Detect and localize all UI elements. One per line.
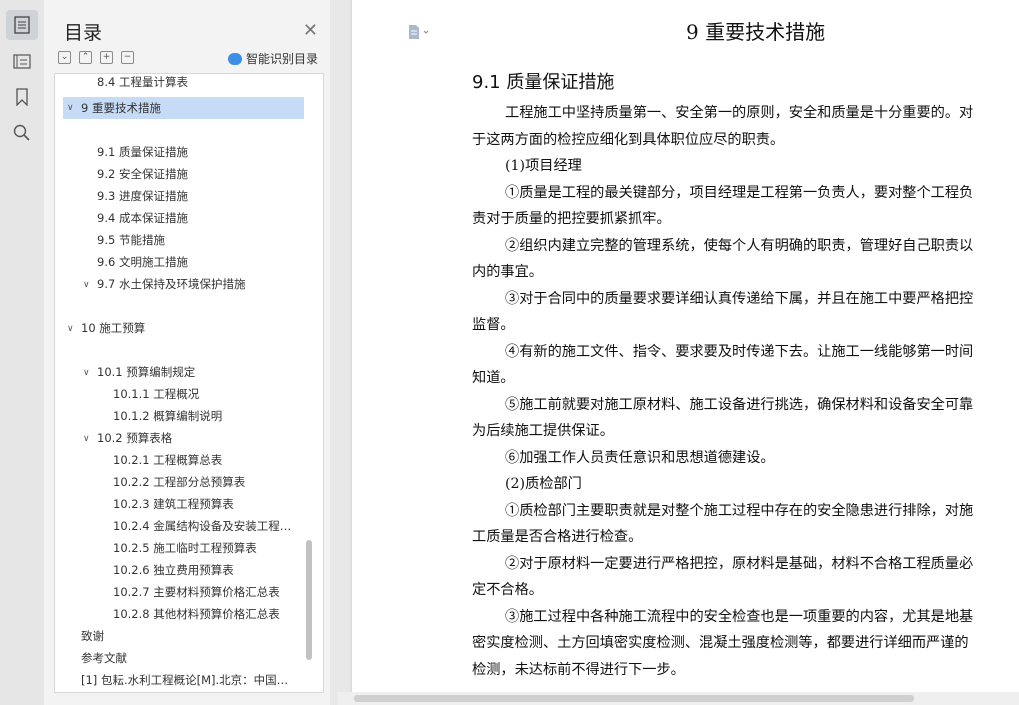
toc-item[interactable]: 9.1 质量保证措施 <box>97 141 323 163</box>
toc-item[interactable]: 9.3 进度保证措施 <box>97 185 323 207</box>
collapse-icon[interactable]: ⌄ <box>58 51 71 64</box>
chevron-down-icon[interactable]: ∨ <box>67 324 74 334</box>
paragraph-line: 监督。 <box>472 317 515 333</box>
paragraph-line: 检测，未达标前不得进行下一步。 <box>472 662 685 678</box>
toc-item[interactable]: 9.4 成本保证措施 <box>97 207 323 229</box>
cloud-icon <box>227 52 242 65</box>
toc-toolbar: ⌄ ⌃ + − <box>58 51 134 64</box>
paragraph-line: ④有新的施工文件、指令、要求要及时传递下去。让施工一线能够第一时间 <box>505 344 974 360</box>
toc-icon[interactable] <box>6 10 38 40</box>
chevron-down-icon[interactable]: ∨ <box>67 97 74 119</box>
toc-item[interactable]: 10.2 预算表格 <box>97 427 323 449</box>
chapter-title: 9 重要技术措施 <box>686 20 826 44</box>
paragraph-line: ①质量是工程的最关键部分，项目经理是工程第一负责人，要对整个工程负 <box>505 185 974 201</box>
outline-icon[interactable] <box>6 46 38 76</box>
toc-item-selected[interactable]: ∨ 9 重要技术措施 <box>63 97 304 119</box>
toc-item[interactable]: 8.4 工程量计算表 <box>97 74 323 94</box>
toc-item[interactable]: 9.7 水土保持及环境保护措施 <box>97 273 323 295</box>
toc-item[interactable]: 9.5 节能措施 <box>97 229 323 251</box>
left-rail <box>0 0 45 705</box>
toc-item[interactable]: 9.2 安全保证措施 <box>97 163 323 185</box>
paragraph-line: ②组织内建立完整的管理系统，使每个人有明确的职责，管理好自己职责以 <box>505 238 974 254</box>
search-icon[interactable] <box>6 118 38 148</box>
remove-icon[interactable]: − <box>121 51 134 64</box>
toc-item[interactable]: 10.2.1 工程概算总表 <box>113 449 323 471</box>
document-page: 9 重要技术措施 9.1 质量保证措施 工程施工中坚持质量第一、安全第一的原则，… <box>352 0 1019 694</box>
toc-item[interactable]: 10 施工预算 <box>81 317 321 339</box>
toc-item[interactable]: 10.2.2 工程部分总预算表 <box>113 471 323 493</box>
smart-recognize-label: 智能识别目录 <box>245 52 318 66</box>
paragraph-line: 知道。 <box>472 370 515 386</box>
paragraph-line: 为后续施工提供保证。 <box>472 423 614 439</box>
toc-item[interactable]: 10.2.4 金属结构设备及安装工程预算表 <box>113 515 299 537</box>
panel-title: 目录 <box>64 22 103 44</box>
chevron-down-icon[interactable]: ∨ <box>83 368 90 378</box>
paragraph-line: (1)项目经理 <box>505 158 582 174</box>
document-area: 9 重要技术措施 9.1 质量保证措施 工程施工中坚持质量第一、安全第一的原则，… <box>330 0 1019 705</box>
paragraph-line: ⑤施工前就要对施工原材料、施工设备进行挑选，确保材料和设备安全可靠 <box>505 397 974 413</box>
paragraph-line: ③对于合同中的质量要求要详细认真传递给下属，并且在施工中要严格把控 <box>505 291 974 307</box>
toc-item[interactable]: 10.2.6 独立费用预算表 <box>113 559 323 581</box>
toc-item[interactable]: 9.6 文明施工措施 <box>97 251 323 273</box>
horizontal-scrollbar[interactable] <box>338 692 1019 705</box>
paragraph-line: 于这两方面的检控应细化到具体职位应尽的职责。 <box>472 132 785 148</box>
paragraph-line: ⑥加强工作人员责任意识和思想道德建设。 <box>505 450 775 466</box>
toc-item[interactable]: 10.2.5 施工临时工程预算表 <box>113 537 323 559</box>
smart-recognize-button[interactable]: 智能识别目录 <box>227 50 318 67</box>
document-icon[interactable] <box>407 24 431 44</box>
paragraph-line: ①质检部门主要职责就是对整个施工过程中存在的安全隐患进行排除，对施 <box>505 503 974 519</box>
expand-icon[interactable]: ⌃ <box>79 51 92 64</box>
paragraph-line: 内的事宜。 <box>472 264 543 280</box>
toc-item[interactable]: [1] 包耘.水利工程概论[M].北京：中国水利水电出版社 <box>81 669 299 691</box>
toc-list[interactable]: 8.4 工程量计算表 ∨ 9 重要技术措施 9.1 质量保证措施 9.2 安全保… <box>54 73 324 693</box>
add-icon[interactable]: + <box>100 51 113 64</box>
toc-item[interactable]: 10.2.3 建筑工程预算表 <box>113 493 323 515</box>
toc-item-label: 9 重要技术措施 <box>81 101 161 115</box>
horizontal-scroll-thumb[interactable] <box>354 695 914 702</box>
toc-item[interactable]: 致谢 <box>81 625 321 647</box>
paragraph-line: 密实度检测、土方回填密实度检测、混凝土强度检测等，都要进行详细而严谨的 <box>472 635 969 651</box>
bookmark-icon[interactable] <box>6 82 38 112</box>
paragraph-line: (2)质检部门 <box>505 476 582 492</box>
toc-item[interactable]: 10.2.7 主要材料预算价格汇总表 <box>113 581 323 603</box>
section-title: 9.1 质量保证措施 <box>472 72 615 93</box>
chevron-down-icon[interactable]: ∨ <box>83 280 90 290</box>
paragraph-line: 定不合格。 <box>472 582 543 598</box>
paragraph-line: ②对于原材料一定要进行严格把控，原材料是基础，材料不合格工程质量必 <box>505 556 974 572</box>
toc-item[interactable]: 参考文献 <box>81 647 321 669</box>
toc-item[interactable]: 10.1 预算编制规定 <box>97 361 323 383</box>
paragraph-line: 工程施工中坚持质量第一、安全第一的原则，安全和质量是十分重要的。对 <box>505 105 974 121</box>
paragraph-line: 工质量是否合格进行检查。 <box>472 529 643 545</box>
toc-item[interactable]: 10.1.1 工程概况 <box>113 383 323 405</box>
toc-panel: 目录 ✕ ⌄ ⌃ + − 智能识别目录 8.4 工程量计算表 ∨ 9 重要技术措… <box>44 0 331 705</box>
toc-item[interactable]: 10.1.2 概算编制说明 <box>113 405 323 427</box>
paragraph-line: ③施工过程中各种施工流程中的安全检查也是一项重要的内容，尤其是地基 <box>505 609 974 625</box>
paragraph-line: 责对于质量的把控要抓紧抓牢。 <box>472 211 671 227</box>
chevron-down-icon[interactable]: ∨ <box>83 434 90 444</box>
close-icon[interactable]: ✕ <box>303 20 318 41</box>
toc-item[interactable]: 10.2.8 其他材料预算价格汇总表 <box>113 603 323 625</box>
toc-scrollbar[interactable] <box>306 540 312 660</box>
